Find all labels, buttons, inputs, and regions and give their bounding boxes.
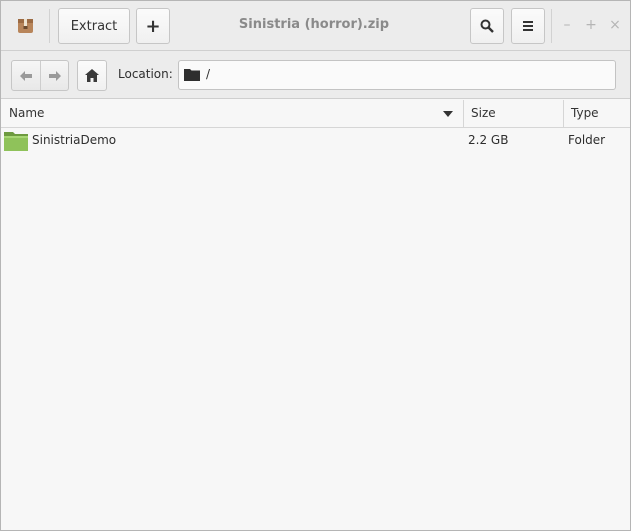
folder-icon — [4, 132, 28, 151]
add-files-button[interactable]: + — [136, 8, 170, 44]
location-bar: Location: / — [1, 51, 630, 99]
header-separator — [551, 9, 552, 43]
column-divider[interactable] — [563, 100, 564, 127]
folder-icon — [184, 69, 200, 81]
close-button[interactable]: × — [607, 16, 623, 34]
arrow-left-icon — [20, 70, 32, 81]
header-separator — [49, 9, 50, 43]
column-header-type[interactable]: Type — [571, 100, 626, 127]
file-type: Folder — [568, 133, 606, 147]
sort-descending-icon[interactable] — [443, 111, 453, 117]
search-button[interactable] — [470, 8, 504, 44]
column-header-size-label: Size — [471, 106, 496, 120]
header-bar: Extract + Sinistria (horror).zip – + × — [1, 1, 630, 51]
window-title: Sinistria (horror).zip — [238, 17, 390, 32]
file-name: SinistriaDemo — [32, 133, 117, 147]
file-size: 2.2 GB — [468, 133, 509, 147]
forward-button[interactable] — [40, 61, 68, 90]
home-button[interactable] — [77, 60, 107, 91]
file-row[interactable]: SinistriaDemo 2.2 GB Folder — [1, 129, 630, 153]
column-header-name[interactable]: Name — [9, 100, 459, 127]
column-header-size[interactable]: Size — [471, 100, 561, 127]
add-files-button-label: + — [145, 15, 161, 37]
column-header-type-label: Type — [571, 106, 599, 120]
menu-button[interactable] — [511, 8, 545, 44]
minimize-button[interactable]: – — [559, 16, 575, 34]
column-divider[interactable] — [463, 100, 464, 127]
history-nav-group — [11, 60, 69, 91]
hamburger-menu-icon — [523, 21, 533, 31]
search-icon — [480, 19, 494, 33]
extract-button[interactable]: Extract — [58, 8, 130, 44]
location-field[interactable]: / — [178, 60, 616, 90]
location-label: Location: — [118, 67, 173, 81]
back-button[interactable] — [12, 61, 40, 90]
location-path: / — [206, 67, 211, 81]
arrow-right-icon — [48, 70, 61, 81]
column-header-row: Name Size Type — [1, 100, 630, 128]
column-header-name-label: Name — [9, 106, 45, 120]
maximize-button[interactable]: + — [583, 16, 599, 34]
archive-app-icon — [18, 19, 33, 33]
home-icon — [85, 69, 99, 82]
archive-manager-window: Extract + Sinistria (horror).zip – + × L… — [0, 0, 631, 531]
extract-button-label: Extract — [70, 18, 118, 34]
